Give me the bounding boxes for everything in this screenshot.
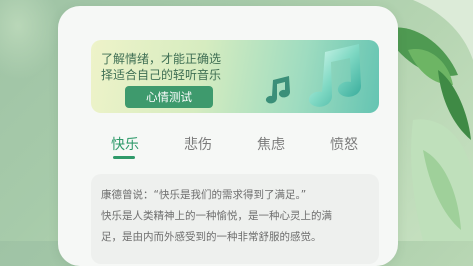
- quote-line-3: 足，是由内而外感受到的一种非常舒服的感觉。: [101, 231, 322, 243]
- tab-sad[interactable]: 悲伤: [184, 134, 212, 154]
- background-leaf: [0, 0, 60, 80]
- quote-line-1: 康德曾说：“快乐是我们的需求得到了满足。”: [101, 189, 307, 201]
- quote-line-2: 快乐是人类精神上的一种愉悦，是一种心灵上的满: [101, 210, 332, 222]
- mood-test-button[interactable]: 心情测试: [125, 86, 213, 108]
- active-tab-indicator: [113, 156, 135, 159]
- mood-tabs: 快乐 悲伤 焦虑 愤怒: [111, 134, 381, 159]
- mood-description: 康德曾说：“快乐是我们的需求得到了满足。” 快乐是人类精神上的一种愉悦，是一种心…: [91, 174, 379, 264]
- tab-anxious[interactable]: 焦虑: [257, 134, 285, 154]
- mood-card: 了解情绪，才能正确选 择适合自己的轻听音乐 心情测试 快乐 悲伤 焦虑 愤怒 康…: [58, 6, 398, 266]
- tab-angry[interactable]: 愤怒: [330, 134, 358, 154]
- mood-test-banner[interactable]: 了解情绪，才能正确选 择适合自己的轻听音乐 心情测试: [91, 40, 379, 113]
- music-note-icon: [265, 44, 361, 107]
- tab-happy[interactable]: 快乐: [111, 134, 139, 154]
- banner-description: 了解情绪，才能正确选 择适合自己的轻听音乐: [101, 52, 222, 82]
